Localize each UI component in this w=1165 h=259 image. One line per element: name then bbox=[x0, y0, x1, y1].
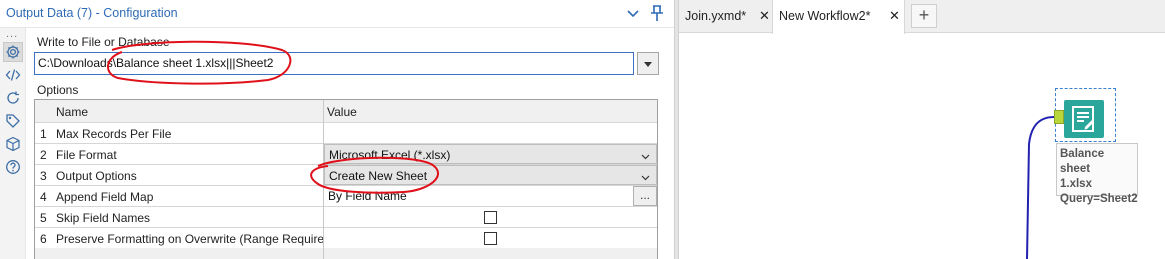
table-row[interactable]: 5 Skip Field Names bbox=[35, 206, 657, 227]
column-header-value: Value bbox=[327, 105, 357, 119]
table-row[interactable]: 3 Output Options Create New Sheet bbox=[35, 164, 657, 185]
row-name: File Format bbox=[56, 148, 117, 162]
table-row[interactable]: 2 File Format Microsoft Excel (*.xlsx) bbox=[35, 143, 657, 164]
row-name: Skip Field Names bbox=[56, 211, 151, 225]
row-index: 2 bbox=[40, 148, 47, 162]
workflow-panel: Join.yxmd* ✕ New Workflow2* ✕ + Balance … bbox=[679, 0, 1165, 259]
file-format-value: Microsoft Excel (*.xlsx) bbox=[329, 148, 451, 162]
column-divider bbox=[323, 100, 324, 259]
refresh-icon[interactable] bbox=[3, 88, 23, 108]
config-side-toolbar: ... bbox=[0, 28, 26, 259]
options-grid: Name Value 1 Max Records Per File 2 File… bbox=[34, 99, 658, 259]
chevron-down-icon[interactable] bbox=[624, 4, 642, 22]
tab-new-workflow2[interactable]: New Workflow2* ✕ bbox=[772, 0, 905, 34]
preserve-formatting-checkbox[interactable] bbox=[484, 232, 497, 245]
chevron-down-icon bbox=[641, 171, 650, 181]
output-data-tool[interactable] bbox=[1064, 100, 1104, 138]
close-icon[interactable]: ✕ bbox=[759, 8, 770, 24]
row-index: 5 bbox=[40, 211, 47, 225]
path-dropdown-button[interactable] bbox=[637, 52, 659, 75]
write-to-label: Write to File or Database bbox=[37, 35, 170, 49]
close-icon[interactable]: ✕ bbox=[889, 8, 900, 24]
chevron-down-icon bbox=[641, 150, 650, 160]
tab-join[interactable]: Join.yxmd* ✕ bbox=[679, 0, 776, 33]
ellipsis-button[interactable]: ... bbox=[633, 186, 657, 206]
config-header: Output Data (7) - Configuration bbox=[0, 0, 674, 28]
max-records-field[interactable] bbox=[324, 123, 657, 143]
tool-label-line: 1.xlsx bbox=[1060, 178, 1092, 190]
pin-icon[interactable] bbox=[648, 4, 666, 22]
tool-annotation: Balance sheet 1.xlsx Query=Sheet2 bbox=[1056, 143, 1138, 205]
row-index: 3 bbox=[40, 169, 47, 183]
output-options-value: Create New Sheet bbox=[329, 169, 428, 183]
row-name: Max Records Per File bbox=[56, 127, 172, 141]
code-icon[interactable] bbox=[3, 65, 23, 85]
append-field-map-field[interactable]: By Field Name ... bbox=[324, 186, 657, 206]
grid-header: Name Value bbox=[35, 100, 657, 122]
column-header-name: Name bbox=[56, 105, 89, 119]
tag-icon[interactable] bbox=[3, 111, 23, 131]
table-row[interactable]: 1 Max Records Per File bbox=[35, 122, 657, 143]
row-index: 4 bbox=[40, 190, 47, 204]
document-edit-icon bbox=[1072, 106, 1094, 132]
skip-field-names-cell bbox=[324, 207, 657, 227]
add-tab-button[interactable]: + bbox=[911, 4, 937, 28]
row-name: Preserve Formatting on Overwrite (Range … bbox=[56, 232, 335, 246]
preserve-formatting-cell bbox=[324, 228, 657, 248]
row-name: Append Field Map bbox=[56, 190, 154, 204]
row-name: Output Options bbox=[56, 169, 137, 183]
tab-label: New Workflow2* bbox=[779, 9, 871, 23]
row-index: 1 bbox=[40, 127, 47, 141]
output-options-select[interactable]: Create New Sheet bbox=[324, 165, 657, 185]
table-row[interactable]: 6 Preserve Formatting on Overwrite (Rang… bbox=[35, 227, 657, 248]
tab-strip: Join.yxmd* ✕ New Workflow2* ✕ + bbox=[679, 0, 1165, 34]
input-anchor[interactable] bbox=[1054, 110, 1064, 124]
file-format-select[interactable]: Microsoft Excel (*.xlsx) bbox=[324, 144, 657, 164]
output-path-input[interactable]: C:\Downloads\Balance sheet 1.xlsx|||Shee… bbox=[34, 52, 634, 75]
options-label: Options bbox=[37, 83, 79, 97]
append-field-map-value: By Field Name bbox=[328, 189, 407, 203]
tool-label-line: Query=Sheet2 bbox=[1060, 193, 1138, 205]
configuration-panel: Output Data (7) - Configuration ... Writ… bbox=[0, 0, 674, 259]
cube-icon[interactable] bbox=[3, 134, 23, 154]
tool-label-line: Balance sheet bbox=[1060, 148, 1105, 175]
tab-label: Join.yxmd* bbox=[685, 9, 747, 23]
side-dots: ... bbox=[6, 28, 19, 40]
table-row[interactable]: 4 Append Field Map By Field Name ... bbox=[35, 185, 657, 206]
skip-field-names-checkbox[interactable] bbox=[484, 211, 497, 224]
config-title: Output Data (7) - Configuration bbox=[6, 6, 178, 20]
workflow-canvas[interactable]: Balance sheet 1.xlsx Query=Sheet2 bbox=[679, 34, 1165, 259]
gear-icon[interactable] bbox=[3, 42, 23, 62]
row-index: 6 bbox=[40, 232, 47, 246]
help-icon[interactable] bbox=[3, 157, 23, 177]
